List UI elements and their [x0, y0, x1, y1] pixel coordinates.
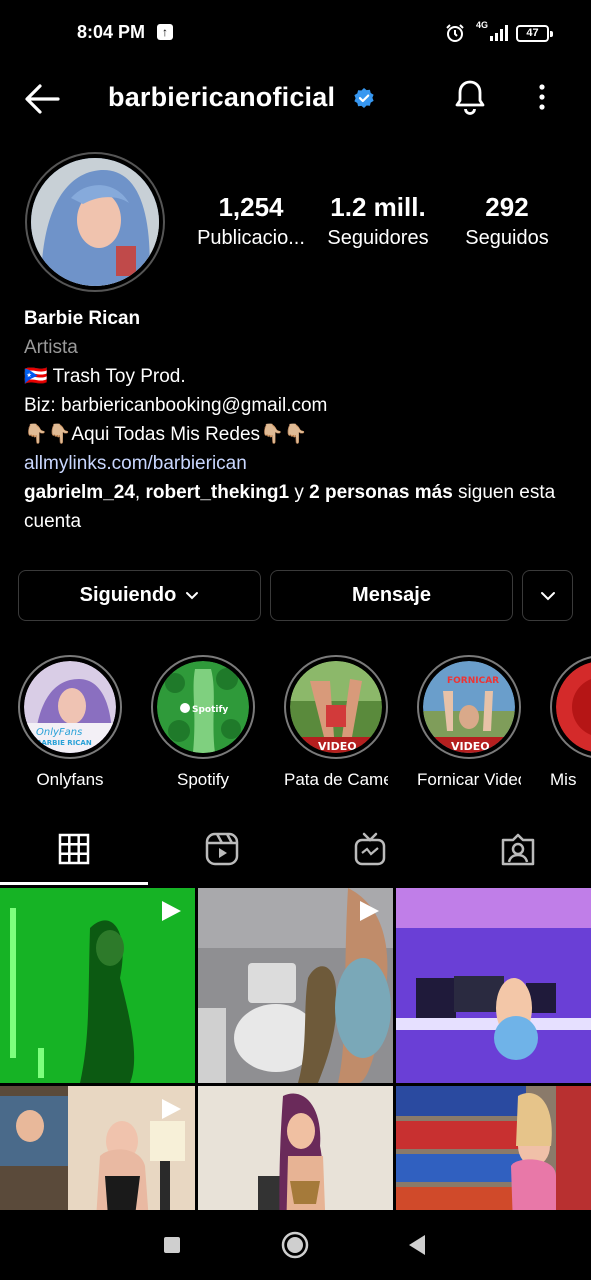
highlight-ring: [550, 655, 591, 759]
bell-icon[interactable]: [452, 78, 488, 116]
highlight-cover: VIDEO: [290, 661, 382, 753]
highlight-pata-de-camello[interactable]: VIDEO Pata de Came...: [284, 655, 388, 790]
followed-by-text[interactable]: gabrielm_24, robert_theking1 y 2 persona…: [24, 478, 569, 536]
profile-avatar-ring[interactable]: [25, 152, 165, 292]
tab-reels[interactable]: [148, 815, 296, 883]
profile-username: barbiericanoficial: [108, 82, 336, 112]
message-button[interactable]: Mensaje: [270, 570, 513, 621]
highlight-spotify[interactable]: Spotify Spotify: [151, 655, 255, 790]
bio-line: 👇🏼👇🏼Aqui Todas Mis Redes👇🏼👇🏼: [24, 424, 308, 445]
signal-icon: [490, 25, 508, 41]
highlight-onlyfans[interactable]: OnlyFans BARBIE RICAN Onlyfans: [18, 655, 122, 790]
grid-icon: [58, 833, 90, 865]
back-triangle-icon[interactable]: [407, 1234, 427, 1256]
post-thumbnail[interactable]: [0, 888, 195, 1083]
stat-following-label: Seguidos: [465, 227, 549, 249]
post-thumbnail[interactable]: [198, 888, 393, 1083]
chevron-down-icon: [186, 591, 199, 599]
post-image: [198, 1086, 393, 1210]
battery-level: 47: [526, 27, 539, 39]
upload-notification-icon: ↑: [157, 24, 173, 40]
followed-by-more[interactable]: 2 personas más: [309, 482, 453, 503]
following-button-label: Siguiendo: [79, 584, 177, 606]
bio-line: 🇵🇷 Trash Toy Prod.: [24, 366, 186, 387]
highlight-onlyfans-logo: OnlyFans: [36, 727, 82, 738]
status-time: 8:04 PM: [77, 22, 146, 42]
tab-igtv[interactable]: [296, 815, 444, 883]
system-navigation-bar: [0, 1210, 591, 1280]
video-indicator-icon: [162, 1099, 181, 1119]
suggested-accounts-button[interactable]: [522, 570, 573, 621]
alarm-icon: [446, 24, 464, 42]
highlight-label: Mis: [550, 770, 577, 789]
profile-category: Artista: [24, 337, 78, 358]
stat-followers-value: 1.2 mill.: [330, 192, 426, 222]
highlight-ring: Spotify: [151, 655, 255, 759]
post-image: [396, 888, 591, 1083]
bio-email: Biz: barbiericanbooking@gmail.com: [24, 395, 328, 416]
recents-icon[interactable]: [163, 1236, 181, 1254]
highlight-mis[interactable]: Mis: [550, 655, 591, 790]
highlight-ring: VIDEO: [284, 655, 388, 759]
profile-name: Barbie Rican: [24, 308, 141, 329]
video-indicator-icon: [162, 901, 181, 921]
post-thumbnail[interactable]: [396, 888, 591, 1083]
verified-badge-icon: [354, 88, 374, 108]
highlight-label: Onlyfans: [36, 770, 104, 789]
stat-posts[interactable]: 1,254 Publicacio...: [190, 192, 312, 250]
bio-link[interactable]: allmylinks.com/barbierican: [24, 449, 569, 478]
igtv-icon: [354, 832, 386, 866]
highlight-label: Fornicar Video: [417, 770, 521, 789]
highlight-onlyfans-subtitle: BARBIE RICAN: [36, 739, 92, 747]
highlight-cover: Spotify: [157, 661, 249, 753]
avatar-photo: [31, 158, 159, 286]
highlight-ring: FORNICAR VIDEO: [417, 655, 521, 759]
post-image: [396, 1086, 591, 1210]
highlight-cover: [556, 661, 591, 753]
message-button-label: Mensaje: [352, 584, 431, 606]
profile-bio: Barbie Rican Artista 🇵🇷 Trash Toy Prod. …: [24, 304, 569, 536]
avatar: [31, 158, 159, 286]
post-thumbnail[interactable]: [198, 1086, 393, 1210]
highlight-fornicar-title: FORNICAR: [447, 676, 499, 686]
post-thumbnail[interactable]: [0, 1086, 195, 1210]
back-arrow-icon[interactable]: [22, 81, 62, 117]
tab-tagged[interactable]: [444, 815, 591, 883]
post-thumbnail[interactable]: [396, 1086, 591, 1210]
following-button[interactable]: Siguiendo: [18, 570, 261, 621]
active-tab-indicator: [0, 882, 148, 885]
profile-tabs: [0, 815, 591, 885]
highlight-ring: OnlyFans BARBIE RICAN: [18, 655, 122, 759]
stat-following[interactable]: 292 Seguidos: [452, 192, 562, 250]
status-bar: 8:04 PM ↑ 4G 47: [0, 0, 591, 68]
highlight-cover: FORNICAR VIDEO: [423, 661, 515, 753]
highlight-video-tag: VIDEO: [451, 740, 490, 753]
tagged-icon: [501, 833, 535, 866]
stat-posts-value: 1,254: [218, 192, 284, 222]
tab-grid[interactable]: [0, 815, 148, 883]
battery-icon: 47: [516, 25, 553, 42]
highlight-label: Pata de Came...: [284, 770, 388, 789]
highlight-video-tag: VIDEO: [318, 740, 357, 753]
highlight-spotify-logo: Spotify: [192, 705, 228, 715]
more-vertical-icon[interactable]: [530, 80, 554, 114]
highlight-fornicar-video[interactable]: FORNICAR VIDEO Fornicar Video: [417, 655, 521, 790]
follower-username[interactable]: gabrielm_24: [24, 482, 135, 503]
reels-icon: [205, 832, 239, 866]
highlight-label: Spotify: [177, 770, 229, 789]
video-indicator-icon: [360, 901, 379, 921]
highlight-cover: OnlyFans BARBIE RICAN: [24, 661, 116, 753]
stat-following-value: 292: [485, 192, 529, 222]
network-type: 4G: [476, 20, 489, 30]
follower-username[interactable]: robert_theking1: [145, 482, 289, 503]
followed-by-separator: ,: [134, 482, 146, 503]
posts-grid: [0, 888, 591, 1210]
profile-header: barbiericanoficial: [0, 68, 591, 130]
stat-followers[interactable]: 1.2 mill. Seguidores: [319, 192, 437, 250]
stat-followers-label: Seguidores: [327, 227, 429, 249]
home-icon[interactable]: [281, 1231, 309, 1259]
chevron-down-icon: [540, 591, 555, 600]
followed-by-conjunction: y: [289, 482, 310, 503]
stat-posts-label: Publicacio...: [197, 227, 305, 249]
